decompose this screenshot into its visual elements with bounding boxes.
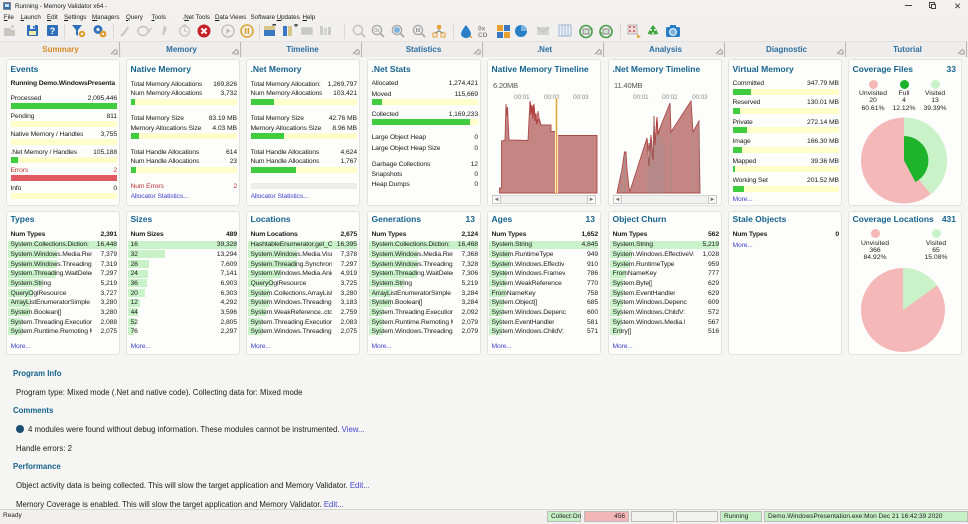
svg-text:0x: 0x [374, 28, 380, 34]
svg-text:?: ? [50, 26, 56, 36]
svg-text:CD: CD [478, 32, 488, 38]
